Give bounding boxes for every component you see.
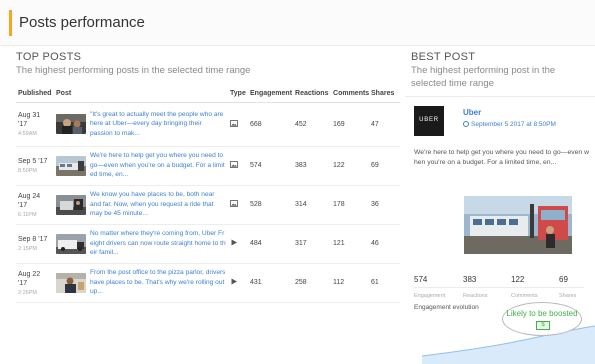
page-header: Posts performance [0, 0, 595, 46]
engagement-value: 528 [248, 185, 294, 225]
table-row[interactable]: Aug 22 '17 2:26PM From the post office to… [16, 263, 401, 303]
shares-value: 47 [369, 102, 401, 147]
shares-value: 46 [369, 224, 401, 264]
stat-label: Engagement [414, 293, 446, 299]
header-accent-bar [9, 10, 12, 36]
published-time: 8:50PM [18, 168, 37, 174]
best-post-page-name[interactable]: Uber [463, 108, 481, 117]
published-time: 2:15PM [18, 246, 37, 252]
published-time: 4:59AM [18, 131, 37, 137]
post-thumbnail[interactable] [56, 194, 86, 215]
likely-boosted-badge: Likely to be boosted $ [502, 302, 582, 336]
post-link[interactable]: We know you have places to be, both near… [90, 190, 226, 219]
clock-icon [463, 121, 469, 127]
reactions-value: 317 [293, 224, 332, 264]
col-post: Post [54, 86, 229, 103]
col-comments[interactable]: Comments [331, 86, 369, 103]
post-thumbnail[interactable] [56, 233, 86, 254]
post-thumbnail[interactable] [56, 114, 86, 134]
stat-value: 122 [511, 275, 525, 284]
best-post-timestamp[interactable]: September 5 2017 at 8:50PM [463, 121, 556, 128]
col-published[interactable]: Published [16, 86, 54, 103]
stats-divider [414, 287, 584, 288]
post-link[interactable]: "It's great to actually meet the people … [90, 110, 226, 139]
video-icon [231, 239, 238, 246]
reactions-value: 314 [293, 185, 332, 225]
table-row[interactable]: Aug 31 '17 4:59AM "It's great to actually… [16, 102, 401, 147]
stat-label: Shares [559, 293, 577, 299]
post-link[interactable]: We're here to help get you where you nee… [90, 151, 226, 180]
engagement-value: 484 [248, 224, 294, 264]
comments-value: 112 [331, 263, 370, 303]
published-date: Aug 24 '17 [18, 192, 41, 209]
best-post-title: BEST POST [411, 51, 476, 63]
best-post-timestamp-text: September 5 2017 at 8:50PM [471, 121, 556, 128]
top-posts-subtitle: The highest performing posts in the sele… [16, 65, 251, 76]
best-post-divider [405, 96, 595, 97]
likely-boosted-text: Likely to be boosted [506, 309, 578, 318]
reactions-value: 258 [293, 263, 332, 303]
stat-value: 383 [463, 275, 477, 284]
post-link[interactable]: From the post office to the pizza parlor… [90, 268, 226, 297]
comments-value: 178 [331, 185, 370, 225]
published-date: Aug 22 '17 [18, 270, 41, 287]
post-link[interactable]: No matter where they're coming from, Ube… [90, 229, 226, 258]
top-posts-table: Published Post Type Engagement Reactions… [16, 86, 401, 303]
col-reactions[interactable]: Reactions [293, 86, 332, 103]
money-icon: $ [536, 321, 550, 330]
photo-icon [230, 161, 238, 168]
uber-logo: UBER [414, 106, 444, 136]
best-post-text: We're here to help get you where you nee… [414, 149, 589, 166]
table-row[interactable]: Sep 8 '17 2:15PM No matter where they're … [16, 224, 401, 264]
table-header-row: Published Post Type Engagement Reactions… [16, 86, 401, 103]
shares-value: 69 [369, 146, 401, 186]
engagement-value: 668 [248, 102, 294, 147]
reactions-value: 452 [293, 102, 332, 147]
best-post-image[interactable] [464, 196, 572, 254]
published-date: Aug 31 '17 [18, 112, 41, 128]
engagement-evolution-label: Engagement evolution [414, 304, 479, 311]
post-thumbnail[interactable] [56, 272, 86, 293]
stat-label: Reactions [463, 293, 488, 299]
comments-value: 122 [331, 146, 370, 186]
page-title: Posts performance [19, 14, 145, 31]
photo-icon [230, 200, 238, 207]
shares-value: 61 [369, 263, 401, 303]
best-post-subtitle: The highest performing post in the selec… [411, 65, 556, 89]
published-time: 6:11PM [18, 211, 37, 218]
comments-value: 121 [331, 224, 370, 264]
stat-value: 69 [559, 275, 568, 284]
shares-value: 36 [369, 185, 401, 225]
table-row[interactable]: Sep 5 '17 8:50PM We're here to help get y… [16, 146, 401, 186]
engagement-value: 431 [248, 263, 294, 303]
video-icon [231, 278, 238, 285]
comments-value: 169 [331, 102, 370, 147]
published-date: Sep 5 '17 [18, 158, 48, 165]
col-type[interactable]: Type [228, 86, 249, 103]
stat-label: Comments [511, 293, 538, 299]
published-time: 2:26PM [18, 289, 37, 296]
uber-logo-text: UBER [419, 117, 439, 123]
col-engagement[interactable]: Engagement [248, 86, 294, 103]
stat-value: 574 [414, 275, 428, 284]
col-shares[interactable]: Shares [369, 86, 401, 103]
published-date: Sep 8 '17 [18, 236, 48, 243]
engagement-value: 574 [248, 146, 294, 186]
post-thumbnail[interactable] [56, 155, 86, 176]
photo-icon [230, 119, 238, 127]
reactions-value: 383 [293, 146, 332, 186]
top-posts-title: TOP POSTS [16, 51, 82, 63]
table-row[interactable]: Aug 24 '17 6:11PM We know you have places… [16, 185, 401, 225]
